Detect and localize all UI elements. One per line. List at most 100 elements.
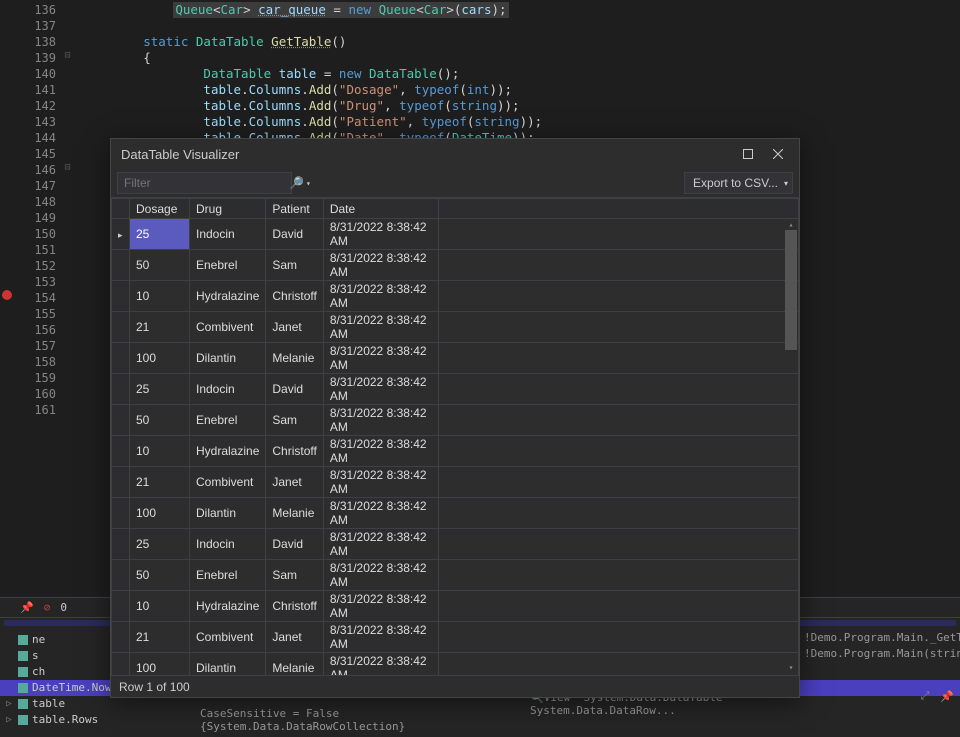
cell-drug[interactable]: Indocin [190,219,266,250]
fold-marker[interactable]: ⊟ [60,48,75,64]
row-selector[interactable] [112,405,130,436]
window-titlebar[interactable]: DataTable Visualizer [111,139,799,169]
cell-date[interactable]: 8/31/2022 8:38:42 AM [323,436,438,467]
table-row[interactable]: 25IndocinDavid8/31/2022 8:38:42 AM [112,219,799,250]
filter-input[interactable] [118,176,285,190]
cell-dosage[interactable]: 100 [130,343,190,374]
cell-dosage[interactable]: 10 [130,436,190,467]
cell-drug[interactable]: Combivent [190,312,266,343]
cell-dosage[interactable]: 100 [130,653,190,676]
cell-drug[interactable]: Hydralazine [190,281,266,312]
cell-dosage[interactable]: 10 [130,281,190,312]
cell-dosage[interactable]: 21 [130,312,190,343]
cell-dosage[interactable]: 25 [130,529,190,560]
cell-dosage[interactable]: 50 [130,560,190,591]
filter-box[interactable]: 🔎 ▾ [117,172,292,194]
column-header-date[interactable]: Date [323,199,438,219]
table-row[interactable]: 100DilantinMelanie8/31/2022 8:38:42 AM [112,343,799,374]
code-line[interactable]: { [83,50,960,66]
fold-marker[interactable] [60,320,75,336]
row-selector[interactable] [112,312,130,343]
cell-dosage[interactable]: 100 [130,498,190,529]
table-row[interactable]: 50EnebrelSam8/31/2022 8:38:42 AM [112,405,799,436]
cell-drug[interactable]: Enebrel [190,405,266,436]
cell-drug[interactable]: Hydralazine [190,591,266,622]
table-row[interactable]: 10HydralazineChristoff8/31/2022 8:38:42 … [112,281,799,312]
fold-marker[interactable] [60,64,75,80]
fold-marker[interactable] [60,336,75,352]
table-row[interactable]: 50EnebrelSam8/31/2022 8:38:42 AM [112,250,799,281]
code-line[interactable]: static DataTable GetTable() [83,34,960,50]
fold-marker[interactable] [60,304,75,320]
breakpoint-icon[interactable] [2,290,12,300]
fold-marker[interactable]: ⊟ [60,160,75,176]
row-selector[interactable] [112,560,130,591]
cell-patient[interactable]: Christoff [266,281,323,312]
fold-marker[interactable] [60,128,75,144]
cell-date[interactable]: 8/31/2022 8:38:42 AM [323,467,438,498]
cell-drug[interactable]: Enebrel [190,250,266,281]
column-header-dosage[interactable]: Dosage [130,199,190,219]
table-row[interactable]: 21CombiventJanet8/31/2022 8:38:42 AM [112,467,799,498]
table-row[interactable]: 50EnebrelSam8/31/2022 8:38:42 AM [112,560,799,591]
row-selector[interactable] [112,591,130,622]
cell-dosage[interactable]: 50 [130,405,190,436]
fold-column[interactable]: ⊟⊟ [60,0,75,600]
cell-patient[interactable]: David [266,374,323,405]
cell-drug[interactable]: Dilantin [190,343,266,374]
cell-date[interactable]: 8/31/2022 8:38:42 AM [323,281,438,312]
cell-dosage[interactable]: 21 [130,467,190,498]
row-header-blank[interactable] [112,199,130,219]
cell-date[interactable]: 8/31/2022 8:38:42 AM [323,591,438,622]
cell-date[interactable]: 8/31/2022 8:38:42 AM [323,250,438,281]
cell-date[interactable]: 8/31/2022 8:38:42 AM [323,312,438,343]
row-selector[interactable] [112,622,130,653]
code-line[interactable] [83,18,960,34]
scroll-down-icon[interactable]: ▾ [785,663,797,673]
table-row[interactable]: 100DilantinMelanie8/31/2022 8:38:42 AM [112,653,799,676]
cell-patient[interactable]: Sam [266,250,323,281]
fold-marker[interactable] [60,192,75,208]
cell-patient[interactable]: David [266,529,323,560]
fold-marker[interactable] [60,224,75,240]
column-header-drug[interactable]: Drug [190,199,266,219]
row-selector[interactable] [112,250,130,281]
row-selector[interactable] [112,374,130,405]
code-line[interactable]: table.Columns.Add("Patient", typeof(stri… [83,114,960,130]
fold-marker[interactable] [60,0,75,16]
fold-marker[interactable] [60,400,75,416]
export-button[interactable]: Export to CSV... ▾ [684,172,793,194]
cell-patient[interactable]: Melanie [266,653,323,676]
cell-patient[interactable]: Christoff [266,591,323,622]
fold-marker[interactable] [60,272,75,288]
cell-date[interactable]: 8/31/2022 8:38:42 AM [323,219,438,250]
cell-date[interactable]: 8/31/2022 8:38:42 AM [323,560,438,591]
cell-drug[interactable]: Hydralazine [190,436,266,467]
code-line[interactable]: table.Columns.Add("Drug", typeof(string)… [83,98,960,114]
view-icon[interactable]: ⤢ [918,689,932,703]
cell-drug[interactable]: Indocin [190,374,266,405]
fold-marker[interactable] [60,112,75,128]
scroll-thumb[interactable] [785,230,797,350]
cell-drug[interactable]: Dilantin [190,498,266,529]
fold-marker[interactable] [60,32,75,48]
table-row[interactable]: 25IndocinDavid8/31/2022 8:38:42 AM [112,374,799,405]
cell-dosage[interactable]: 10 [130,591,190,622]
fold-marker[interactable] [60,176,75,192]
pin-icon[interactable]: 📌 [20,601,34,614]
cell-date[interactable]: 8/31/2022 8:38:42 AM [323,653,438,676]
cell-dosage[interactable]: 50 [130,250,190,281]
cell-drug[interactable]: Enebrel [190,560,266,591]
table-row[interactable]: 10HydralazineChristoff8/31/2022 8:38:42 … [112,591,799,622]
fold-marker[interactable] [60,384,75,400]
cell-patient[interactable]: Christoff [266,436,323,467]
fold-marker[interactable] [60,288,75,304]
cell-drug[interactable]: Dilantin [190,653,266,676]
table-row[interactable]: 25IndocinDavid8/31/2022 8:38:42 AM [112,529,799,560]
expand-icon[interactable]: ▷ [4,696,14,712]
cell-patient[interactable]: David [266,219,323,250]
scroll-up-icon[interactable]: ▴ [785,220,797,230]
cell-date[interactable]: 8/31/2022 8:38:42 AM [323,374,438,405]
table-row[interactable]: 21CombiventJanet8/31/2022 8:38:42 AM [112,312,799,343]
callstack-line[interactable]: !Demo.Program.Main(string[] ar [804,647,956,663]
